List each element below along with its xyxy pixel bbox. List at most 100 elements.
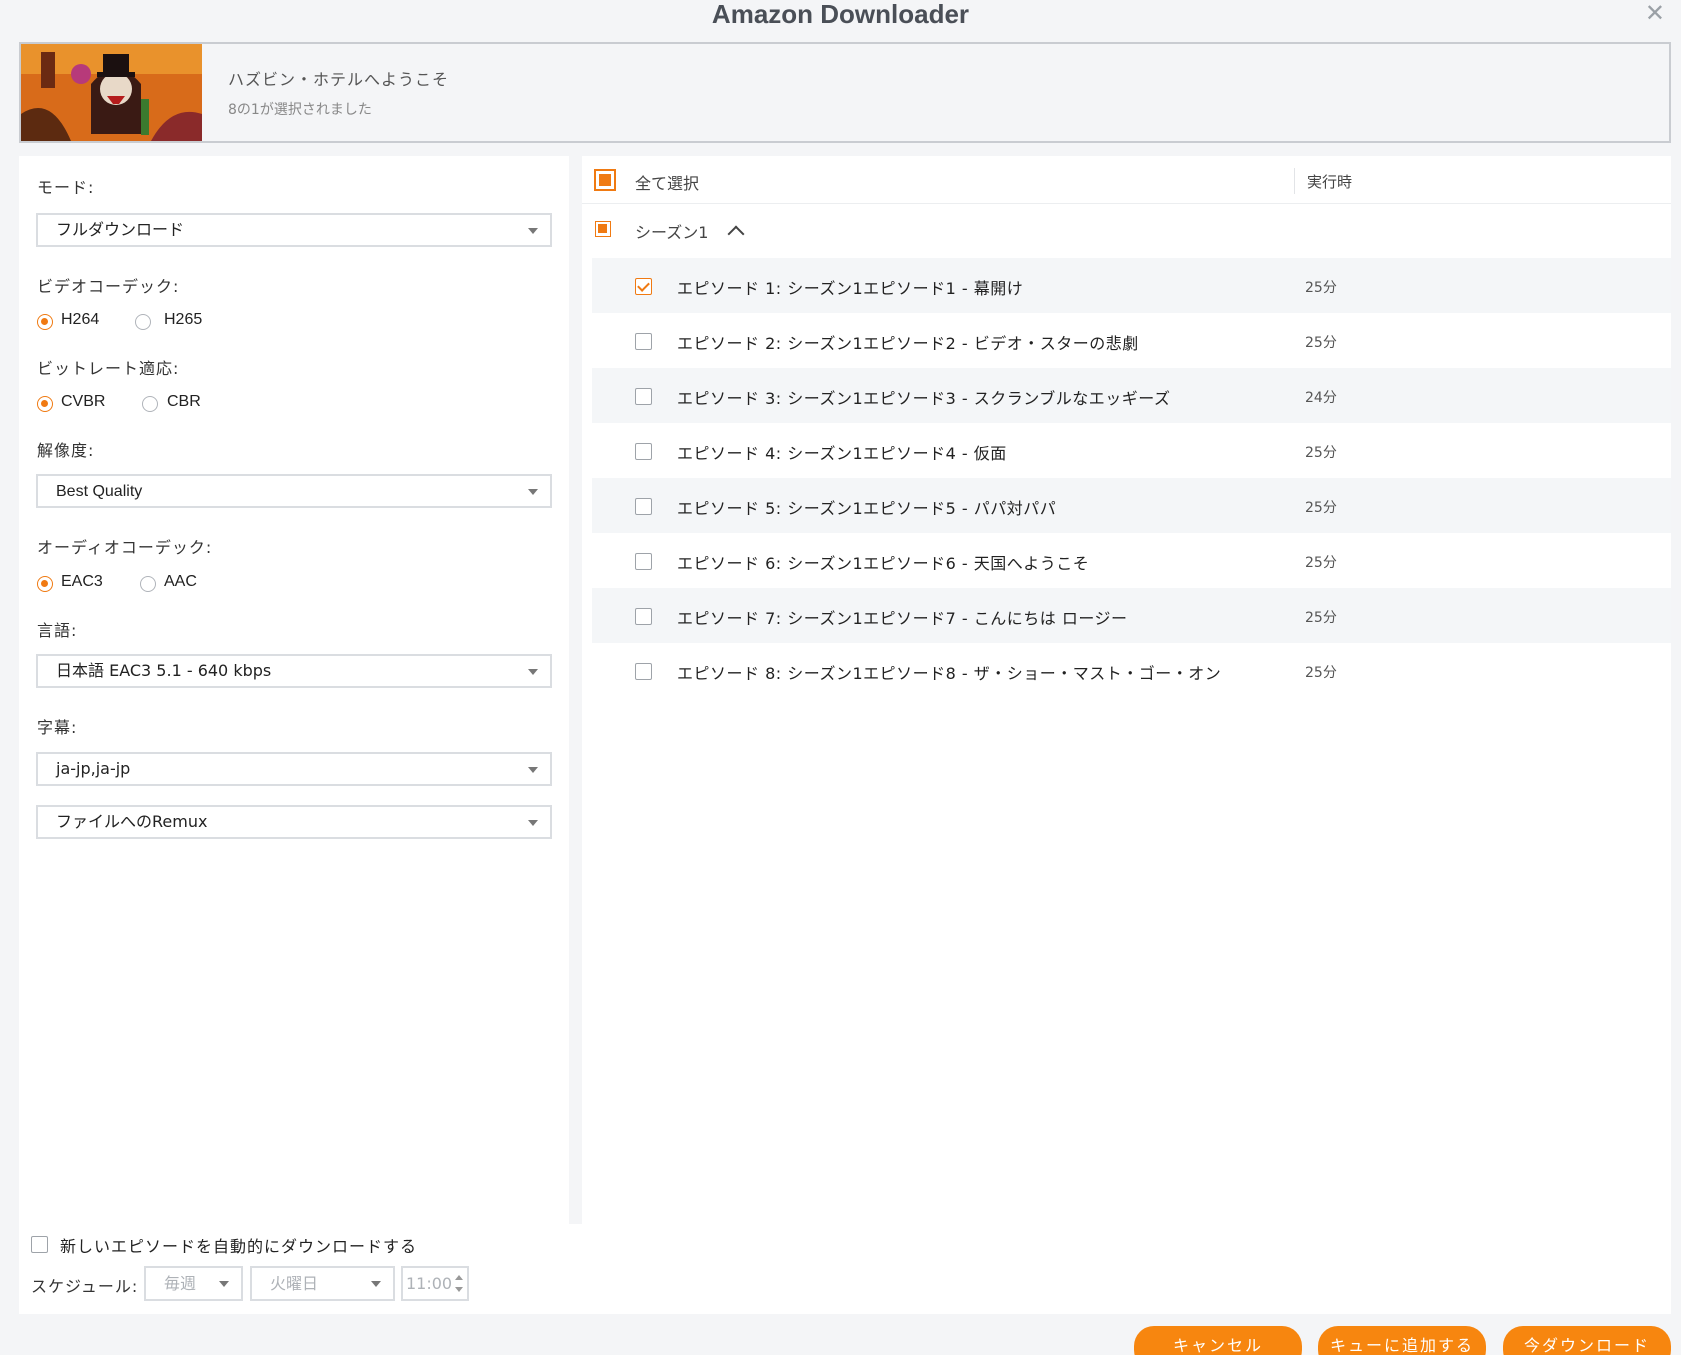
mode-select-value: フルダウンロード — [56, 220, 185, 239]
radio-cbr[interactable] — [142, 396, 158, 412]
radio-aac[interactable] — [140, 576, 156, 592]
radio-h264[interactable] — [37, 314, 53, 330]
list-header: 全て選択 実行時 — [582, 156, 1671, 204]
time-input-value: 11:00 — [406, 1274, 453, 1293]
episode-checkbox[interactable] — [635, 608, 652, 625]
time-input[interactable]: 11:00 — [401, 1266, 469, 1301]
episode-row[interactable]: エピソード 1: シーズン1エピソード1 - 幕開け 25分 — [592, 258, 1671, 313]
day-select-value: 火曜日 — [270, 1274, 319, 1293]
radio-cvbr-label: CVBR — [61, 393, 106, 410]
radio-cvbr[interactable] — [37, 396, 53, 412]
episode-title: エピソード 3: シーズン1エピソード3 - スクランブルなエッギーズ — [677, 389, 1171, 408]
episode-duration: 25分 — [1305, 555, 1337, 571]
select-all-checkbox[interactable] — [594, 169, 616, 191]
episode-duration: 25分 — [1305, 445, 1337, 461]
episode-row[interactable]: エピソード 3: シーズン1エピソード3 - スクランブルなエッギーズ 24分 — [592, 368, 1671, 423]
audio-codec-label: オーディオコーデック: — [37, 538, 213, 557]
language-select-value: 日本語 EAC3 5.1 - 640 kbps — [56, 661, 272, 680]
episode-duration: 25分 — [1305, 610, 1337, 626]
day-select[interactable]: 火曜日 — [250, 1266, 395, 1301]
radio-h265[interactable] — [135, 314, 151, 330]
chevron-down-icon — [528, 228, 538, 234]
select-all-label: 全て選択 — [635, 174, 700, 193]
mode-label: モード: — [37, 178, 95, 197]
cancel-button[interactable]: キャンセル — [1134, 1326, 1302, 1355]
episode-checkbox[interactable] — [635, 498, 652, 515]
season-checkbox[interactable] — [595, 221, 611, 237]
radio-aac-label: AAC — [164, 573, 197, 590]
resolution-select[interactable]: Best Quality — [36, 474, 552, 508]
frequency-select[interactable]: 毎週 — [144, 1266, 243, 1301]
radio-eac3-label: EAC3 — [61, 573, 103, 590]
episode-title: エピソード 5: シーズン1エピソード5 - パパ対パパ — [677, 499, 1057, 518]
episode-row[interactable]: エピソード 6: シーズン1エピソード6 - 天国へようこそ 25分 — [592, 533, 1671, 588]
subtitle-format-select[interactable]: ファイルへのRemux — [36, 805, 552, 839]
episode-checkbox[interactable] — [635, 443, 652, 460]
mode-select[interactable]: フルダウンロード — [36, 213, 552, 247]
spin-up-icon[interactable] — [455, 1275, 463, 1280]
language-label: 言語: — [37, 621, 78, 640]
add-to-queue-button[interactable]: キューに追加する — [1318, 1326, 1486, 1355]
episode-checkbox[interactable] — [635, 278, 652, 295]
close-icon[interactable]: ✕ — [1645, 0, 1665, 26]
episode-duration: 25分 — [1305, 280, 1337, 296]
episode-duration: 25分 — [1305, 335, 1337, 351]
runtime-header: 実行時 — [1307, 173, 1353, 191]
episode-title: エピソード 2: シーズン1エピソード2 - ビデオ・スターの悲劇 — [677, 334, 1139, 353]
language-select[interactable]: 日本語 EAC3 5.1 - 640 kbps — [36, 654, 552, 688]
radio-eac3[interactable] — [37, 576, 53, 592]
season-row[interactable]: シーズン1 — [582, 204, 1671, 254]
episode-duration: 24分 — [1305, 390, 1337, 406]
episode-duration: 25分 — [1305, 500, 1337, 516]
chevron-down-icon — [528, 489, 538, 495]
radio-h264-label: H264 — [61, 311, 100, 328]
chevron-down-icon — [528, 820, 538, 826]
radio-cbr-label: CBR — [167, 393, 201, 410]
resolution-select-value: Best Quality — [56, 483, 143, 500]
episode-duration: 25分 — [1305, 665, 1337, 681]
video-codec-label: ビデオコーデック: — [37, 277, 180, 296]
episode-title: エピソード 6: シーズン1エピソード6 - 天国へようこそ — [677, 554, 1090, 573]
episode-checkbox[interactable] — [635, 388, 652, 405]
episode-title: エピソード 4: シーズン1エピソード4 - 仮面 — [677, 444, 1007, 463]
frequency-select-value: 毎週 — [164, 1274, 197, 1293]
episode-checkbox[interactable] — [635, 663, 652, 680]
window-title: Amazon Downloader — [711, 0, 970, 29]
subtitle-format-select-value: ファイルへのRemux — [56, 812, 208, 831]
episode-checkbox[interactable] — [635, 333, 652, 350]
show-header: ハズビン・ホテルへようこそ 8の1が選択されました — [19, 42, 1671, 143]
column-divider — [1294, 168, 1295, 194]
selection-count: 8の1が選択されました — [228, 102, 372, 118]
show-thumbnail — [21, 44, 202, 141]
chevron-up-icon[interactable] — [727, 225, 745, 243]
episode-row[interactable]: エピソード 4: シーズン1エピソード4 - 仮面 25分 — [592, 423, 1671, 478]
spin-down-icon[interactable] — [455, 1287, 463, 1292]
auto-download-checkbox[interactable] — [31, 1236, 48, 1253]
subtitle-select[interactable]: ja-jp,ja-jp — [36, 752, 552, 786]
video-codec-group: H264 H265 — [37, 310, 337, 334]
auto-download-label: 新しいエピソードを自動的にダウンロードする — [60, 1237, 418, 1256]
episode-title: エピソード 1: シーズン1エピソード1 - 幕開け — [677, 279, 1024, 298]
season-label: シーズン1 — [635, 223, 709, 242]
radio-h265-label: H265 — [164, 311, 203, 328]
episode-row[interactable]: エピソード 2: シーズン1エピソード2 - ビデオ・スターの悲劇 25分 — [592, 313, 1671, 368]
episode-checkbox[interactable] — [635, 553, 652, 570]
chevron-down-icon — [528, 767, 538, 773]
subtitle-label: 字幕: — [37, 718, 78, 737]
bitrate-group: CVBR CBR — [37, 392, 337, 416]
episode-row[interactable]: エピソード 8: シーズン1エピソード8 - ザ・ショー・マスト・ゴー・オン 25… — [592, 643, 1671, 698]
title-bar: Amazon Downloader ✕ — [0, 0, 1681, 38]
episode-row[interactable]: エピソード 7: シーズン1エピソード7 - こんにちは ロージー 25分 — [592, 588, 1671, 643]
chevron-down-icon — [528, 669, 538, 675]
episode-title: エピソード 7: シーズン1エピソード7 - こんにちは ロージー — [677, 609, 1128, 628]
show-title: ハズビン・ホテルへようこそ — [228, 70, 450, 89]
schedule-label: スケジュール: — [31, 1277, 139, 1296]
audio-codec-group: EAC3 AAC — [37, 572, 337, 596]
chevron-down-icon — [219, 1281, 229, 1287]
episode-title: エピソード 8: シーズン1エピソード8 - ザ・ショー・マスト・ゴー・オン — [677, 664, 1222, 683]
episode-row[interactable]: エピソード 5: シーズン1エピソード5 - パパ対パパ 25分 — [592, 478, 1671, 533]
download-now-button[interactable]: 今ダウンロード — [1503, 1326, 1671, 1355]
resolution-label: 解像度: — [37, 441, 95, 460]
chevron-down-icon — [371, 1281, 381, 1287]
subtitle-select-value: ja-jp,ja-jp — [56, 759, 131, 778]
